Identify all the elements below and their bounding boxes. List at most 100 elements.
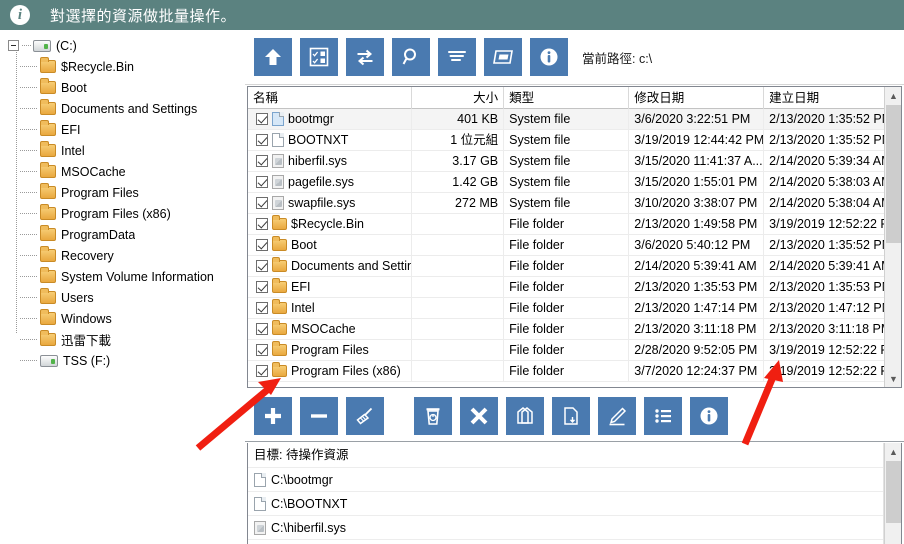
tree-item-label: ProgramData bbox=[61, 227, 136, 242]
folder-icon bbox=[40, 141, 56, 157]
tree-item[interactable]: Program Files bbox=[0, 182, 245, 203]
row-checkbox[interactable] bbox=[256, 323, 268, 335]
column-header-created[interactable]: 建立日期 bbox=[764, 87, 901, 109]
file-size: 272 MB bbox=[412, 192, 505, 214]
remove-icon[interactable] bbox=[300, 396, 338, 435]
tree-item[interactable]: Intel bbox=[0, 140, 245, 161]
swap-arrows-icon[interactable] bbox=[346, 38, 384, 76]
row-checkbox[interactable] bbox=[256, 197, 268, 209]
tree-item[interactable]: MSOCache bbox=[0, 161, 245, 182]
folder-tree-panel[interactable]: (C:) $Recycle.Bin Boot Documents and Setti… bbox=[0, 30, 245, 544]
target-path: C:\BOOTNXT bbox=[271, 496, 348, 511]
file-modified: 2/14/2020 5:39:41 AM bbox=[629, 255, 765, 277]
tree-item[interactable]: $Recycle.Bin bbox=[0, 56, 245, 77]
row-checkbox[interactable] bbox=[256, 281, 268, 293]
row-checkbox[interactable] bbox=[256, 155, 268, 167]
row-checkbox[interactable] bbox=[256, 134, 268, 146]
target-list-item[interactable]: C:\bootmgr bbox=[248, 467, 901, 491]
file-name: pagefile.sys bbox=[288, 174, 355, 189]
column-header-modified[interactable]: 修改日期 bbox=[629, 87, 765, 109]
table-row[interactable]: EFI File folder 2/13/2020 1:35:53 PM 2/13/2… bbox=[248, 276, 901, 298]
row-checkbox[interactable] bbox=[256, 113, 268, 125]
tree-item[interactable]: EFI bbox=[0, 119, 245, 140]
tree-item[interactable]: ProgramData bbox=[0, 224, 245, 245]
tree-item-drive-c[interactable]: (C:) bbox=[0, 35, 245, 56]
file-type: File folder bbox=[504, 360, 630, 382]
column-header-name[interactable]: 名稱 bbox=[248, 87, 413, 109]
target-list-item[interactable]: C:\hiberfil.sys bbox=[248, 515, 901, 539]
tree-item[interactable]: Recovery bbox=[0, 245, 245, 266]
window-title: 對選擇的資源做批量操作。 bbox=[50, 7, 237, 25]
target-list-panel[interactable]: 目標: 待操作資源 C:\bootmgr C:\BOOTNXT C:\hiberfi… bbox=[247, 443, 902, 544]
tree-connector-dots bbox=[20, 297, 38, 298]
table-row[interactable]: pagefile.sys 1.42 GB System file 3/15/2020 … bbox=[248, 171, 901, 193]
table-row[interactable]: $Recycle.Bin File folder 2/13/2020 1:49:58… bbox=[248, 213, 901, 235]
row-checkbox[interactable] bbox=[256, 260, 268, 272]
column-header-size[interactable]: 大小 bbox=[412, 87, 505, 109]
tree-item-drive-f[interactable]: TSS (F:) bbox=[0, 350, 245, 371]
target-list-item[interactable]: C:\pagefile.sys bbox=[248, 539, 901, 544]
row-checkbox[interactable] bbox=[256, 239, 268, 251]
search-icon[interactable] bbox=[392, 38, 430, 76]
tree-item[interactable]: Boot bbox=[0, 77, 245, 98]
rename-pencil-icon[interactable] bbox=[598, 396, 636, 435]
clear-broom-icon[interactable] bbox=[346, 396, 384, 435]
sort-lines-icon[interactable] bbox=[438, 38, 476, 76]
list-icon[interactable] bbox=[644, 396, 682, 435]
tree-item[interactable]: 迅雷下載 bbox=[0, 329, 245, 350]
table-row[interactable]: bootmgr 401 KB System file 3/6/2020 3:22:51… bbox=[248, 108, 901, 130]
info-icon[interactable] bbox=[690, 396, 728, 435]
scroll-down-icon[interactable]: ▼ bbox=[885, 370, 901, 387]
scroll-up-icon[interactable]: ▲ bbox=[885, 443, 901, 460]
up-arrow-icon[interactable] bbox=[254, 38, 292, 76]
target-list-item[interactable]: C:\BOOTNXT bbox=[248, 491, 901, 515]
add-icon[interactable] bbox=[254, 396, 292, 435]
file-type: System file bbox=[504, 192, 630, 214]
scroll-thumb[interactable] bbox=[886, 461, 901, 523]
tree-item[interactable]: Windows bbox=[0, 308, 245, 329]
row-checkbox[interactable] bbox=[256, 218, 268, 230]
row-checkbox[interactable] bbox=[256, 344, 268, 356]
file-name: Program Files (x86) bbox=[291, 363, 401, 378]
file-blue-icon bbox=[272, 112, 284, 126]
target-list-scrollbar[interactable]: ▲ ▼ bbox=[884, 443, 901, 544]
file-table-scrollbar[interactable]: ▲ ▼ bbox=[884, 87, 901, 387]
info-icon[interactable] bbox=[530, 38, 568, 76]
table-row[interactable]: Program Files (x86) File folder 3/7/2020 1… bbox=[248, 360, 901, 382]
select-checkboxes-icon[interactable] bbox=[300, 38, 338, 76]
tree-connector-dots bbox=[20, 318, 38, 319]
file-table[interactable]: 名稱 大小 類型 修改日期 建立日期 bootmgr 401 KB System f… bbox=[247, 86, 902, 388]
table-row[interactable]: swapfile.sys 272 MB System file 3/10/2020 3… bbox=[248, 192, 901, 214]
copy-icon[interactable] bbox=[506, 396, 544, 435]
scroll-up-icon[interactable]: ▲ bbox=[885, 87, 901, 104]
tree-item[interactable]: System Volume Information bbox=[0, 266, 245, 287]
collapse-box-icon[interactable] bbox=[8, 40, 19, 51]
table-row[interactable]: MSOCache File folder 2/13/2020 3:11:18 PM 2… bbox=[248, 318, 901, 340]
tree-item[interactable]: Users bbox=[0, 287, 245, 308]
table-row[interactable]: Intel File folder 2/13/2020 1:47:14 PM 2/13… bbox=[248, 297, 901, 319]
folder-icon bbox=[40, 78, 56, 94]
column-header-type[interactable]: 類型 bbox=[504, 87, 630, 109]
tree-item[interactable]: Program Files (x86) bbox=[0, 203, 245, 224]
app-window: i 對選擇的資源做批量操作。 (C:) $Recycle.Bin Boot Docu… bbox=[0, 0, 904, 544]
file-size bbox=[412, 339, 505, 361]
table-row[interactable]: hiberfil.sys 3.17 GB System file 3/15/2020 … bbox=[248, 150, 901, 172]
table-row[interactable]: Documents and SettingsFile folder2/14/20… bbox=[248, 255, 901, 277]
file-size: 401 KB bbox=[412, 108, 505, 130]
table-row[interactable]: Program Files File folder 2/28/2020 9:52:0… bbox=[248, 339, 901, 361]
tree-item[interactable]: Documents and Settings bbox=[0, 98, 245, 119]
window-icon[interactable] bbox=[484, 38, 522, 76]
tree-connector-dots bbox=[20, 234, 38, 235]
row-checkbox[interactable] bbox=[256, 176, 268, 188]
tree-connector-dots bbox=[20, 87, 38, 88]
row-checkbox[interactable] bbox=[256, 302, 268, 314]
move-file-icon[interactable] bbox=[552, 396, 590, 435]
table-row[interactable]: Boot File folder 3/6/2020 5:40:12 PM 2/13/2… bbox=[248, 234, 901, 256]
scroll-thumb[interactable] bbox=[886, 105, 901, 243]
title-bar: i 對選擇的資源做批量操作。 bbox=[0, 0, 904, 30]
delete-x-icon[interactable] bbox=[460, 396, 498, 435]
file-name: Program Files bbox=[291, 342, 369, 357]
row-checkbox[interactable] bbox=[256, 365, 268, 377]
recycle-bin-icon[interactable] bbox=[414, 396, 452, 435]
table-row[interactable]: BOOTNXT 1 位元組 System file 3/19/2019 12:44:4… bbox=[248, 129, 901, 151]
